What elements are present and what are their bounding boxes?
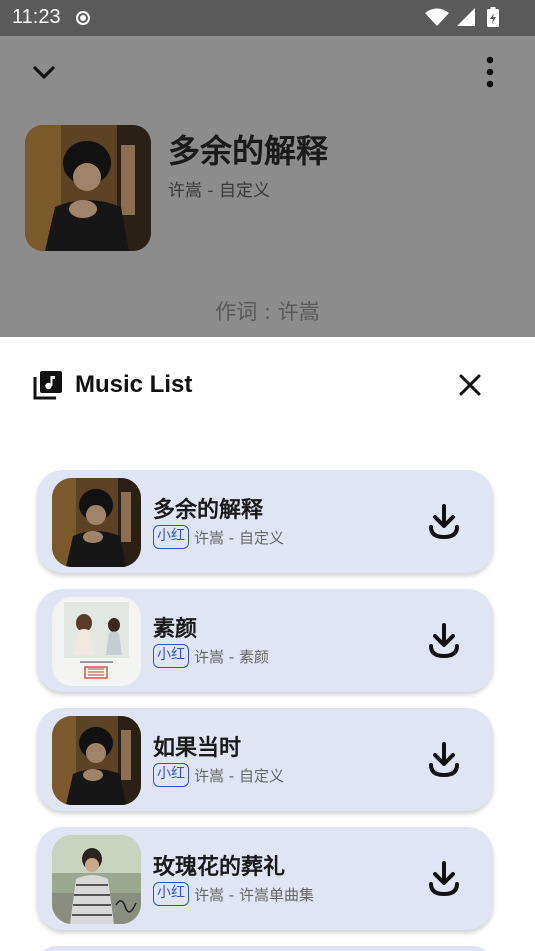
music-library-icon [33,371,62,400]
player-panel: 多余的解释 许嵩 - 自定义 作词 : 许嵩 [0,36,535,337]
wifi-icon [425,8,449,26]
song-title: 如果当时 [153,736,242,761]
song-cover-art [52,716,141,805]
system-icons [425,7,499,27]
status-bar: 11:23 [0,0,535,36]
song-artist-album: 许嵩 - 自定义 [194,529,284,547]
song-item[interactable]: 如果当时 小红 许嵩 - 自定义 [37,708,493,811]
song-item[interactable]: 多余的解释 小红 许嵩 - 自定义 [37,470,493,573]
music-list-sheet: Music List 多余的解释 小红 许嵩 - 自定义 素颜 小红 许嵩 - … [0,337,535,951]
signal-icon [457,8,475,26]
song-title: 素颜 [153,617,198,642]
source-tag: 小红 [153,882,189,906]
notification-dot-icon [76,11,90,25]
song-cover-art [52,597,141,686]
download-icon[interactable] [427,504,461,540]
battery-icon [487,7,499,27]
song-item[interactable]: 玫瑰花的葬礼 小红 许嵩 - 许嵩单曲集 [37,827,493,930]
download-icon[interactable] [427,742,461,778]
status-time: 11:23 [12,6,61,28]
source-tag: 小红 [153,763,189,787]
song-item[interactable]: 素颜 小红 许嵩 - 素颜 [37,589,493,692]
song-title: 多余的解释 [153,498,264,523]
close-icon[interactable] [455,370,485,400]
chevron-down-icon[interactable] [28,56,60,88]
player-song-title: 多余的解释 [168,132,329,170]
song-item-partial[interactable] [37,946,493,951]
sheet-title: Music List [75,371,193,398]
player-song-subtitle: 许嵩 - 自定义 [168,181,270,201]
song-artist-album: 许嵩 - 许嵩单曲集 [194,886,314,904]
player-lyric-line: 作词 : 许嵩 [215,300,320,324]
source-tag: 小红 [153,525,189,549]
download-icon[interactable] [427,623,461,659]
download-icon[interactable] [427,861,461,897]
song-cover-art [52,835,141,924]
source-tag: 小红 [153,644,189,668]
song-title: 玫瑰花的葬礼 [153,855,286,880]
player-cover-art [25,125,151,251]
song-artist-album: 许嵩 - 自定义 [194,767,284,785]
song-cover-art [52,478,141,567]
more-options-icon[interactable] [474,54,506,90]
song-artist-album: 许嵩 - 素颜 [194,648,269,666]
